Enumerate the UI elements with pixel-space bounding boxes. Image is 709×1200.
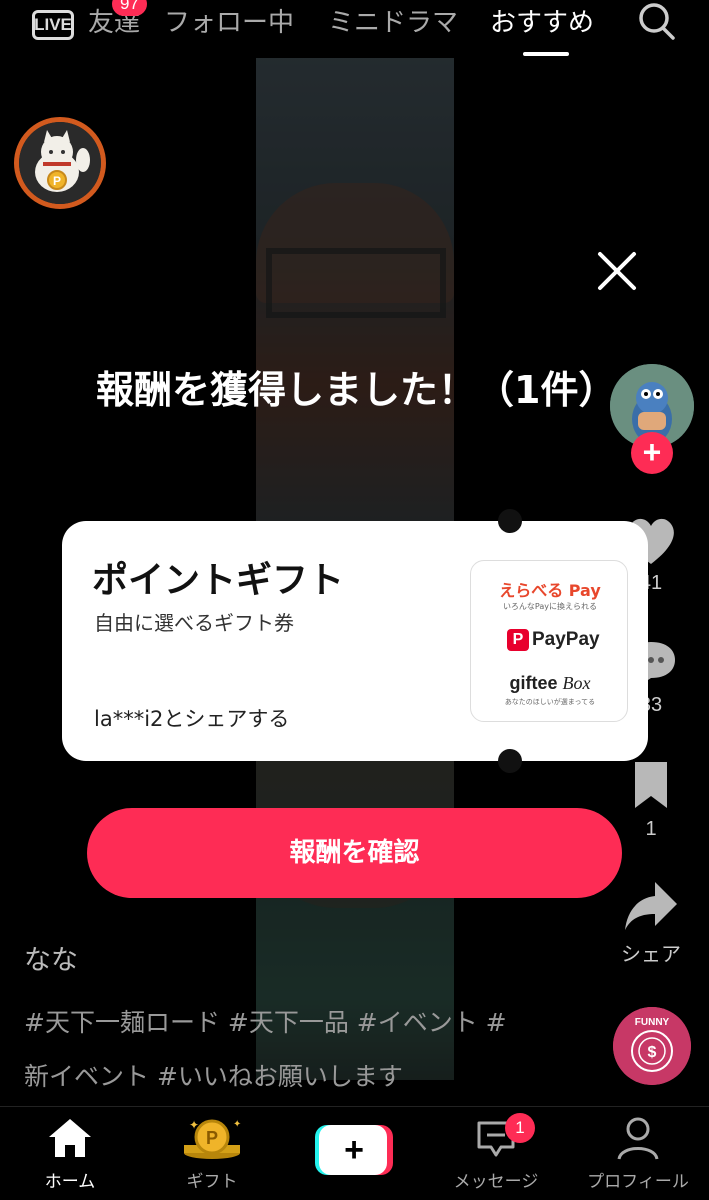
nav-messages[interactable]: メッセージ bbox=[436, 1115, 556, 1192]
active-tab-indicator bbox=[523, 52, 569, 56]
profile-icon bbox=[617, 1117, 659, 1160]
close-modal-button[interactable] bbox=[594, 248, 640, 294]
reward-campaign-avatar[interactable]: P bbox=[14, 117, 106, 209]
nav-home-label: ホーム bbox=[44, 1172, 96, 1192]
nav-gift-label: ギフト bbox=[186, 1172, 238, 1192]
bookmark-count: 1 bbox=[645, 818, 657, 840]
svg-text:P: P bbox=[206, 1128, 218, 1148]
erabu-pay-tagline: いろんなPayに換えられる bbox=[502, 602, 598, 611]
live-button[interactable]: LIVE bbox=[30, 2, 76, 42]
svg-text:FUNNY: FUNNY bbox=[635, 1017, 670, 1028]
gift-share-text: la***i2とシェアする bbox=[94, 707, 290, 731]
follow-button[interactable]: + bbox=[631, 432, 673, 474]
message-badge: 1 bbox=[505, 1113, 535, 1143]
gift-brand-logos: えらべる Pay いろんなPayに換えられる P PayPay giftee Bo… bbox=[470, 560, 628, 722]
nav-gift[interactable]: P ✦ ✦ ギフト bbox=[152, 1115, 272, 1192]
svg-text:✦: ✦ bbox=[189, 1118, 199, 1132]
svg-text:P: P bbox=[53, 174, 61, 188]
reward-title: 報酬を獲得しました！（1件） bbox=[96, 368, 617, 412]
reward-gift-card[interactable]: ポイントギフト 自由に選べるギフト券 la***i2とシェアする えらべる Pa… bbox=[62, 509, 648, 773]
giftee-label: giftee bbox=[509, 673, 558, 693]
svg-text:✦: ✦ bbox=[233, 1119, 241, 1130]
live-label: LIVE bbox=[34, 15, 72, 34]
nav-messages-label: メッセージ bbox=[453, 1172, 539, 1192]
svg-text:$: $ bbox=[648, 1044, 657, 1061]
tab-for-you[interactable]: おすすめ bbox=[490, 2, 594, 39]
tab-mini-drama[interactable]: ミニドラマ bbox=[328, 2, 458, 39]
create-button[interactable]: + bbox=[315, 1125, 393, 1175]
bottom-nav: ホーム P ✦ ✦ ギフト + メッセージ 1 プロフィール bbox=[0, 1106, 709, 1200]
paypay-logo: P PayPay bbox=[507, 629, 600, 655]
share-button[interactable]: シェア bbox=[612, 878, 690, 967]
paypay-label: PayPay bbox=[532, 629, 600, 650]
bookmark-button[interactable]: 1 bbox=[612, 758, 690, 841]
giftee-tagline: あなたのほしいが選まってる bbox=[504, 698, 596, 706]
paypay-icon: P bbox=[507, 629, 529, 651]
gift-subtitle: 自由に選べるギフト券 bbox=[94, 611, 294, 635]
close-icon bbox=[598, 252, 636, 290]
music-disc[interactable]: FUNNY $ bbox=[613, 1007, 691, 1085]
nav-home[interactable]: ホーム bbox=[10, 1115, 130, 1192]
gift-title: ポイントギフト bbox=[92, 560, 345, 601]
share-label: シェア bbox=[621, 944, 681, 966]
caption-username[interactable]: なな bbox=[24, 938, 78, 977]
giftee-box-logo: giftee Box bbox=[471, 673, 629, 694]
top-nav: LIVE 友達 97 フォロー中 ミニドラマ おすすめ bbox=[0, 0, 709, 56]
friends-badge: 97 bbox=[112, 0, 147, 16]
home-icon bbox=[49, 1119, 91, 1157]
nav-profile[interactable]: プロフィール bbox=[578, 1115, 698, 1192]
erabu-pay-logo: えらべる Pay bbox=[499, 581, 601, 600]
giftee-box-label: Box bbox=[562, 673, 591, 693]
gift-points-icon: P ✦ ✦ bbox=[184, 1118, 241, 1159]
nav-profile-label: プロフィール bbox=[587, 1172, 689, 1192]
tab-following[interactable]: フォロー中 bbox=[164, 2, 294, 39]
caption-hashtags[interactable]: #天下一麺ロード #天下一品 #イベント #新イベント #いいねお願いします bbox=[24, 996, 514, 1104]
ticket-notch bbox=[498, 749, 522, 773]
share-icon bbox=[625, 882, 677, 930]
create-plus-symbol: + bbox=[344, 1131, 364, 1169]
bookmark-icon bbox=[635, 762, 667, 808]
search-icon[interactable] bbox=[632, 0, 682, 44]
ticket-notch bbox=[498, 509, 522, 533]
confirm-reward-button[interactable]: 報酬を確認 bbox=[87, 808, 622, 898]
